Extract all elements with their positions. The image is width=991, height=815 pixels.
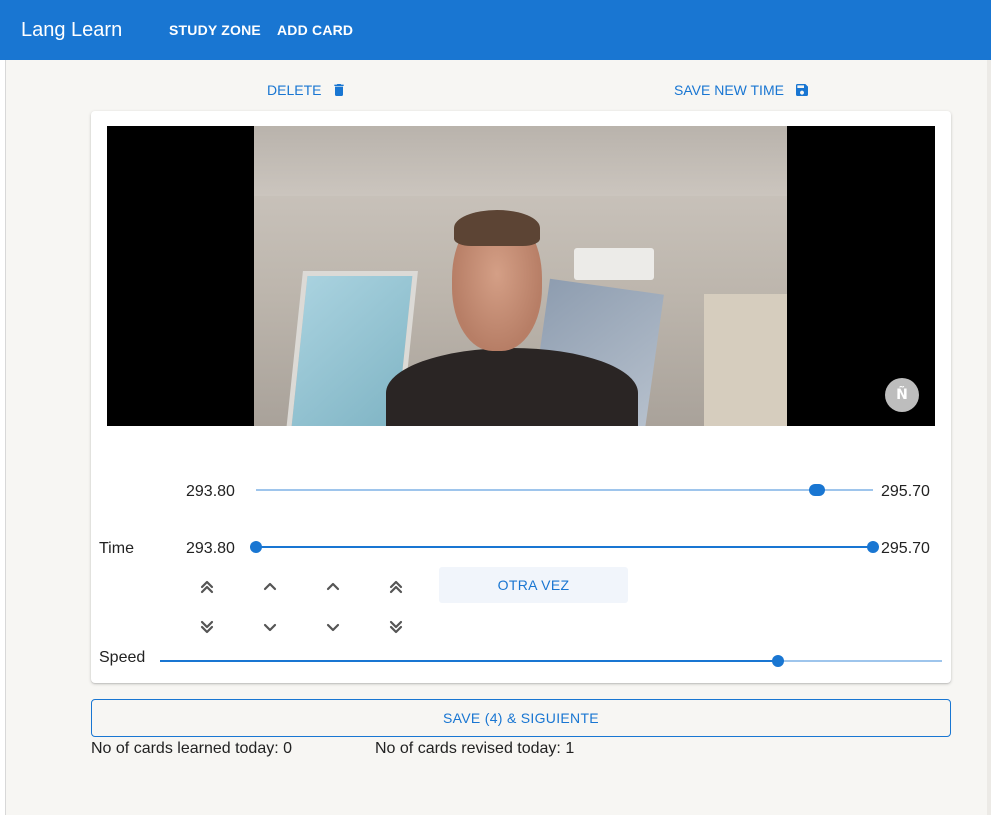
chevron-down-icon[interactable]: [259, 616, 281, 638]
video-player[interactable]: Ñ: [107, 126, 935, 426]
chevron-up-icon[interactable]: [322, 576, 344, 598]
time-slider-start-thumb[interactable]: [250, 541, 262, 553]
nav-study-zone[interactable]: STUDY ZONE: [169, 22, 261, 38]
save-new-time-button[interactable]: SAVE NEW TIME: [674, 82, 810, 98]
double-chevron-down-icon[interactable]: [385, 616, 407, 638]
time-slider-track[interactable]: [256, 546, 873, 548]
chevron-down-icon[interactable]: [322, 616, 344, 638]
save-and-next-button[interactable]: SAVE (4) & SIGUIENTE: [91, 699, 951, 737]
video-frame: [254, 126, 787, 426]
time-end-value: 295.70: [881, 540, 930, 557]
otra-vez-button[interactable]: OTRA VEZ: [439, 567, 628, 603]
time-slider-end-thumb[interactable]: [867, 541, 879, 553]
speed-slider-fill: [160, 660, 778, 662]
right-window-edge: [987, 60, 991, 815]
delete-label: DELETE: [267, 82, 322, 98]
range-slider-thumb[interactable]: [809, 484, 826, 496]
speed-label: Speed: [99, 649, 146, 666]
double-chevron-up-icon[interactable]: [196, 576, 218, 598]
range-end-value: 295.70: [881, 483, 930, 500]
save-new-time-label: SAVE NEW TIME: [674, 82, 784, 98]
time-label: Time: [99, 540, 134, 557]
study-card: Ñ 293.80 295.70 Time 293.80 295.70 OTRA …: [91, 111, 951, 683]
app-title[interactable]: Lang Learn: [21, 19, 169, 42]
delete-button[interactable]: DELETE: [267, 82, 347, 98]
time-start-value: 293.80: [186, 540, 235, 557]
chevron-up-icon[interactable]: [259, 576, 281, 598]
app-bar: Lang Learn STUDY ZONE ADD CARD: [0, 0, 991, 60]
cards-learned-today: No of cards learned today: 0: [91, 740, 293, 757]
cards-revised-today: No of cards revised today: 1: [375, 740, 575, 757]
left-window-edge: [0, 60, 6, 815]
range-slider-track[interactable]: [256, 489, 873, 491]
channel-watermark-icon: Ñ: [885, 378, 919, 412]
nav-add-card[interactable]: ADD CARD: [277, 22, 353, 38]
floppy-disk-icon: [795, 84, 808, 96]
double-chevron-up-icon[interactable]: [385, 576, 407, 598]
speed-slider-thumb[interactable]: [771, 655, 784, 667]
double-chevron-down-icon[interactable]: [196, 616, 218, 638]
range-start-value: 293.80: [186, 483, 235, 500]
trash-icon: [334, 84, 345, 96]
